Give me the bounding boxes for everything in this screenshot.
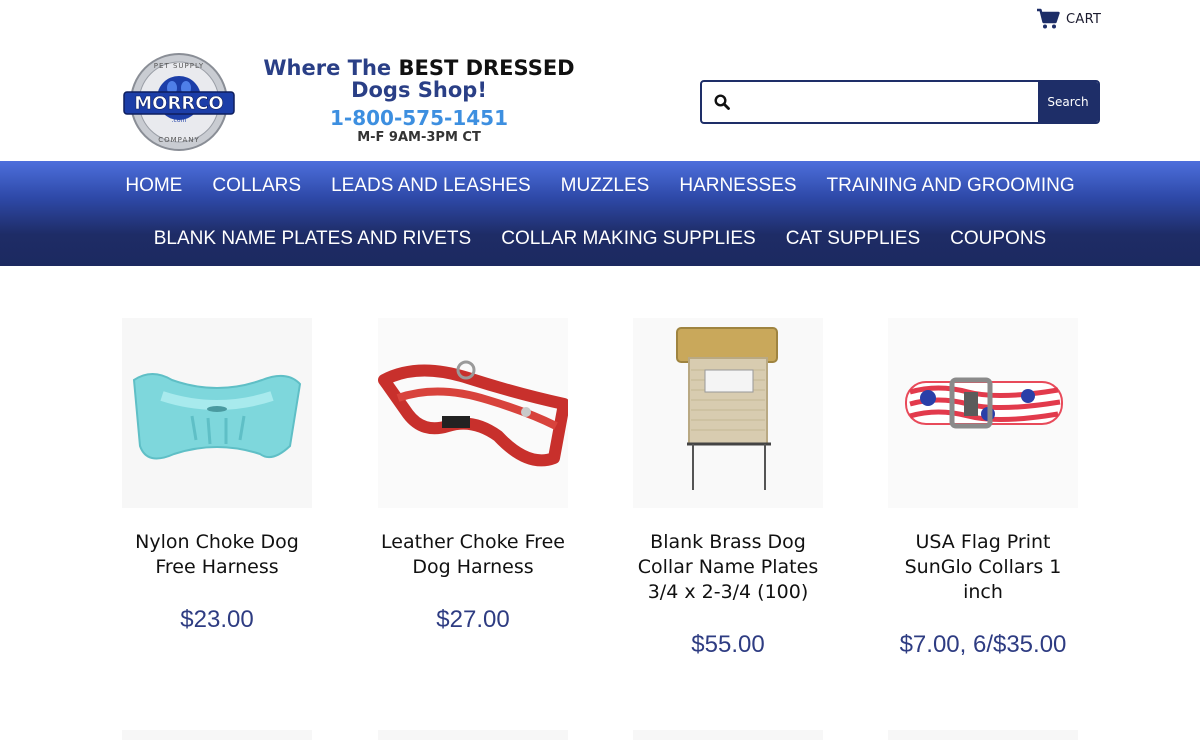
shopping-cart-icon xyxy=(1037,8,1060,29)
product-card[interactable]: USA Flag Print SunGlo Collars 1 inch $7.… xyxy=(885,318,1081,659)
logo-ring-bottom: COMPANY xyxy=(158,136,200,144)
search-input[interactable] xyxy=(742,82,1038,122)
main-nav: HOME COLLARS LEADS AND LEASHES MUZZLES H… xyxy=(0,161,1200,266)
tagline-bold: BEST DRESSED xyxy=(398,56,575,80)
product-name[interactable]: USA Flag Print SunGlo Collars 1 inch xyxy=(885,530,1081,605)
nav-item-muzzles[interactable]: MUZZLES xyxy=(546,175,665,197)
red-leather-harness-icon[interactable] xyxy=(378,318,568,508)
search-bar: Search xyxy=(700,80,1100,124)
cart-link[interactable]: CART xyxy=(1036,8,1101,30)
nav-item-blank-name-plates[interactable]: BLANK NAME PLATES AND RIVETS xyxy=(139,228,486,250)
nav-row-2: BLANK NAME PLATES AND RIVETS COLLAR MAKI… xyxy=(0,228,1200,250)
product-name[interactable]: Blank Brass Dog Collar Name Plates 3/4 x… xyxy=(630,530,826,605)
product-thumb-placeholder xyxy=(633,730,823,740)
logo-sub: .com xyxy=(172,117,187,124)
nav-item-coupons[interactable]: COUPONS xyxy=(935,228,1061,250)
morrco-logo: MORRCO .com PET SUPPLY COMPANY xyxy=(123,53,235,151)
product-price: $27.00 xyxy=(436,606,510,633)
search-icon xyxy=(714,94,730,110)
nav-item-harnesses[interactable]: HARNESSES xyxy=(664,175,811,197)
nav-item-collar-making-supplies[interactable]: COLLAR MAKING SUPPLIES xyxy=(486,228,770,250)
nav-item-training-and-grooming[interactable]: TRAINING AND GROOMING xyxy=(812,175,1090,197)
product-price: $55.00 xyxy=(691,631,765,658)
next-product-row xyxy=(0,730,1200,740)
logo-ring-top: PET SUPPLY xyxy=(154,62,204,70)
brass-name-plates-bundle-icon[interactable] xyxy=(633,318,823,508)
search-icon-wrap xyxy=(702,82,742,122)
cart-label: CART xyxy=(1066,11,1102,27)
product-name[interactable]: Leather Choke Free Dog Harness xyxy=(375,530,571,580)
usa-flag-collar-icon[interactable] xyxy=(888,318,1078,508)
nav-item-collars[interactable]: COLLARS xyxy=(197,175,316,197)
nav-item-home[interactable]: HOME xyxy=(110,175,197,197)
phone-number: 1-800-575-1451 xyxy=(330,106,508,130)
product-thumb-placeholder xyxy=(122,730,312,740)
search-button[interactable]: Search xyxy=(1038,82,1098,122)
product-card[interactable]: Leather Choke Free Dog Harness $27.00 xyxy=(375,318,571,634)
top-bar: CART xyxy=(0,0,1200,40)
nav-item-cat-supplies[interactable]: CAT SUPPLIES xyxy=(771,228,935,250)
product-name[interactable]: Nylon Choke Dog Free Harness xyxy=(119,530,315,580)
product-price: $23.00 xyxy=(180,606,254,633)
product-thumb-placeholder xyxy=(888,730,1078,740)
product-thumb-placeholder xyxy=(378,730,568,740)
tagline-line2: Dogs Shop! xyxy=(351,78,487,102)
tagline-line1: Where The BEST DRESSED xyxy=(254,56,584,80)
site-banner[interactable]: MORRCO .com PET SUPPLY COMPANY Where The… xyxy=(102,44,600,158)
banner-tagline: Where The BEST DRESSED Dogs Shop! 1-800-… xyxy=(254,56,584,145)
product-card[interactable]: Blank Brass Dog Collar Name Plates 3/4 x… xyxy=(630,318,826,659)
logo-wordmark: MORRCO xyxy=(134,93,223,114)
nav-row-1: HOME COLLARS LEADS AND LEASHES MUZZLES H… xyxy=(0,175,1200,197)
product-price: $7.00, 6/$35.00 xyxy=(899,631,1067,658)
turquoise-mesh-harness-icon[interactable] xyxy=(122,318,312,508)
product-card[interactable]: Nylon Choke Dog Free Harness $23.00 xyxy=(119,318,315,634)
tagline-prefix: Where The xyxy=(263,56,399,80)
business-hours: M-F 9AM-3PM CT xyxy=(357,130,481,145)
nav-item-leads-and-leashes[interactable]: LEADS AND LEASHES xyxy=(316,175,546,197)
